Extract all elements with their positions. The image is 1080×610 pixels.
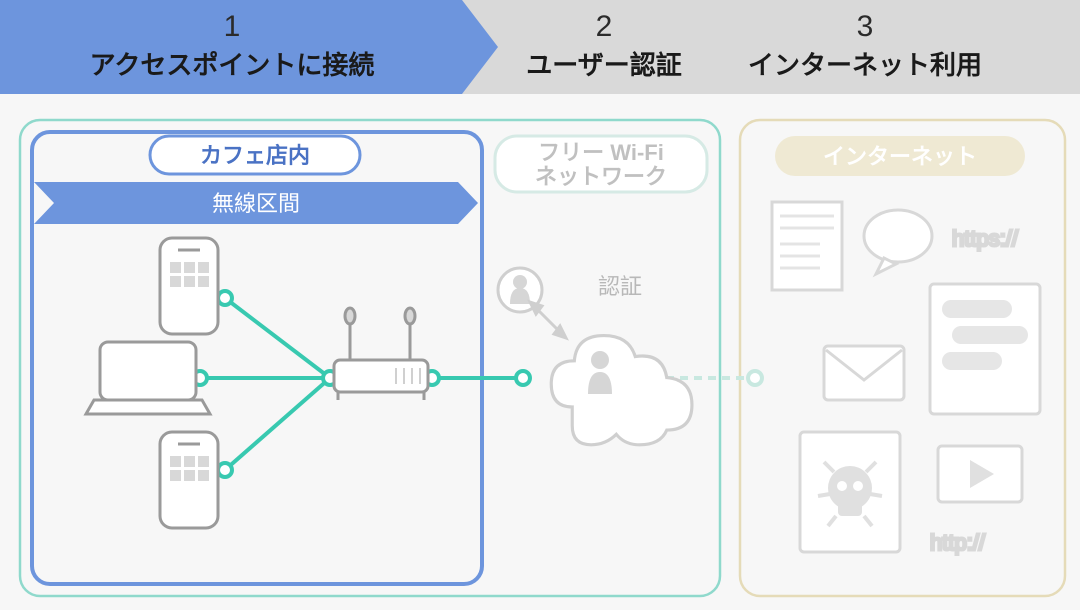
document-icon (772, 202, 842, 290)
wireless-label: 無線区間 (212, 191, 300, 216)
wifi-net-label-2: ネットワーク (535, 164, 667, 189)
wifi-net-label-1: フリー Wi-Fi (538, 140, 664, 165)
envelope-icon (824, 346, 904, 400)
double-arrow-icon (530, 302, 566, 338)
step-1-label: アクセスポイントに接続 (90, 50, 375, 80)
internet-content-icons: https:// (772, 202, 1040, 555)
http-label: http:// (930, 530, 986, 555)
laptop-icon (86, 342, 210, 414)
smartphone-icon-2 (160, 432, 218, 528)
https-label: https:// (952, 226, 1019, 251)
malware-icon (800, 432, 900, 552)
auth-cloud-icon (551, 336, 692, 445)
step-2-label: ユーザー認証 (526, 50, 681, 80)
cafe-label: カフェ店内 (200, 143, 310, 168)
chat-card-icon (930, 284, 1040, 414)
smartphone-icon (160, 238, 218, 334)
speech-bubble-icon (864, 210, 932, 274)
step-3-number: 3 (857, 10, 874, 43)
step-3-label: インターネット利用 (748, 50, 982, 80)
video-icon (938, 446, 1022, 502)
auth-label: 認証 (598, 274, 642, 299)
step-1-number: 1 (224, 10, 241, 43)
internet-label: インターネット (823, 144, 977, 169)
step-2-number: 2 (596, 10, 613, 43)
router-icon (334, 308, 428, 400)
